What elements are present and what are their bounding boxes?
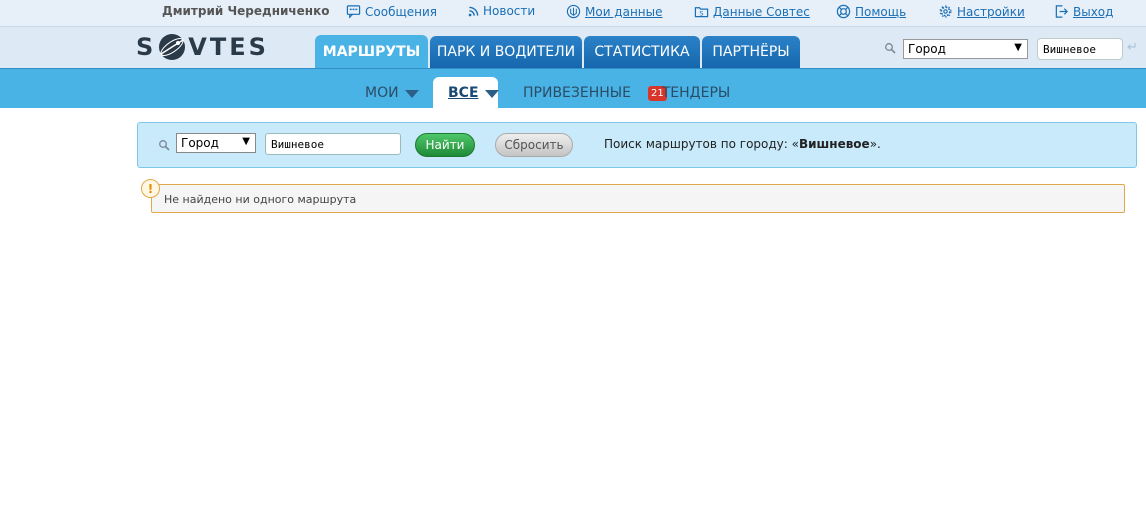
reset-button[interactable]: Сбросить <box>495 133 573 157</box>
enter-icon[interactable]: ↵ <box>1127 40 1138 55</box>
folder-icon: S <box>694 7 709 18</box>
settings-link[interactable]: Настройки <box>938 4 1025 19</box>
user-name: Дмитрий Чередниченко <box>162 4 330 18</box>
rss-icon <box>468 6 479 16</box>
emblem-icon <box>566 4 581 19</box>
subtab-attached-label: ПРИВЕЗЕННЫЕ <box>523 85 631 101</box>
city-select-value: Город <box>181 136 219 150</box>
header-city-select[interactable]: Город ▼ <box>903 39 1028 59</box>
subtab-all-label: ВСЕ <box>448 85 479 101</box>
logo-text-right: VTES <box>188 33 269 61</box>
logout-icon <box>1055 5 1068 18</box>
messages-icon <box>346 5 361 19</box>
subtab-tenders[interactable]: 21 ТЕНДЕРЫ <box>648 77 730 109</box>
header-select-value: Город <box>908 42 946 56</box>
search-icon <box>885 43 896 54</box>
logout-label: Выход <box>1073 4 1114 19</box>
subtab-tenders-label: ТЕНДЕРЫ <box>661 85 731 101</box>
dropdown-arrow-icon: ▼ <box>1014 42 1022 53</box>
tab-fleet-drivers[interactable]: ПАРК И ВОДИТЕЛИ <box>430 36 582 68</box>
tab-routes[interactable]: МАРШРУТЫ <box>315 35 428 69</box>
lifebuoy-icon <box>836 4 851 19</box>
settings-label: Настройки <box>957 4 1025 19</box>
city-search-input[interactable]: Вишневое <box>265 133 401 155</box>
result-city: Вишневое <box>798 137 870 151</box>
result-prefix: Поиск маршрутов по городу: « <box>604 137 799 151</box>
subtab-attached[interactable]: ПРИВЕЗЕННЫЕ <box>523 77 631 109</box>
news-label: Новости <box>483 4 536 18</box>
tab-partners[interactable]: ПАРТНЁРЫ <box>702 36 800 68</box>
subtab-all[interactable]: ВСЕ <box>433 77 499 109</box>
find-button[interactable]: Найти <box>415 133 475 157</box>
gear-icon <box>939 5 952 18</box>
logo-text-left: S <box>136 33 157 61</box>
result-suffix: ». <box>869 137 881 151</box>
user-bar: Дмитрий Чередниченко Сообщения Новости М… <box>0 0 1146 26</box>
svg-text:S: S <box>699 10 703 18</box>
globe-logo-icon <box>159 34 186 60</box>
header-search-input[interactable]: Вишневое <box>1037 38 1123 60</box>
tab-statistics[interactable]: СТАТИСТИКА <box>584 36 700 68</box>
subtab-my-label: МОИ <box>365 85 399 101</box>
my-data-link[interactable]: Мои данные <box>566 4 663 19</box>
notice-text: Не найдено ни одного маршрута <box>164 193 357 206</box>
messages-link[interactable]: Сообщения <box>346 4 437 19</box>
header: S VTES МАРШРУТЫ ПАРК И ВОДИТЕЛИ СТАТИСТИ… <box>0 26 1146 69</box>
no-routes-notice: Не найдено ни одного маршрута <box>151 184 1125 213</box>
chevron-down-icon[interactable] <box>484 90 499 98</box>
sovtes-logo[interactable]: S VTES <box>136 32 269 62</box>
chevron-down-icon[interactable] <box>404 90 419 98</box>
my-data-label: Мои данные <box>585 4 663 19</box>
search-result-text: Поиск маршрутов по городу: «Вишневое». <box>604 137 881 151</box>
search-icon <box>159 140 170 151</box>
help-label: Помощь <box>855 4 907 19</box>
logout-link[interactable]: Выход <box>1054 4 1113 19</box>
dropdown-arrow-icon: ▼ <box>242 136 250 147</box>
sovtes-data-link[interactable]: S Данные Совтес <box>694 4 810 19</box>
sub-nav: МОИ ВСЕ ПРИВЕЗЕННЫЕ 21 ТЕНДЕРЫ <box>0 68 1146 109</box>
route-search-panel: Город ▼ Вишневое Найти Сбросить Поиск ма… <box>137 122 1137 168</box>
messages-label: Сообщения <box>365 4 438 19</box>
city-select[interactable]: Город ▼ <box>176 133 256 153</box>
subtab-my[interactable]: МОИ <box>365 77 419 109</box>
help-link[interactable]: Помощь <box>836 4 906 19</box>
news-link[interactable]: Новости <box>468 4 535 18</box>
warning-icon: ! <box>141 179 160 198</box>
sovtes-data-label: Данные Совтес <box>713 4 810 19</box>
